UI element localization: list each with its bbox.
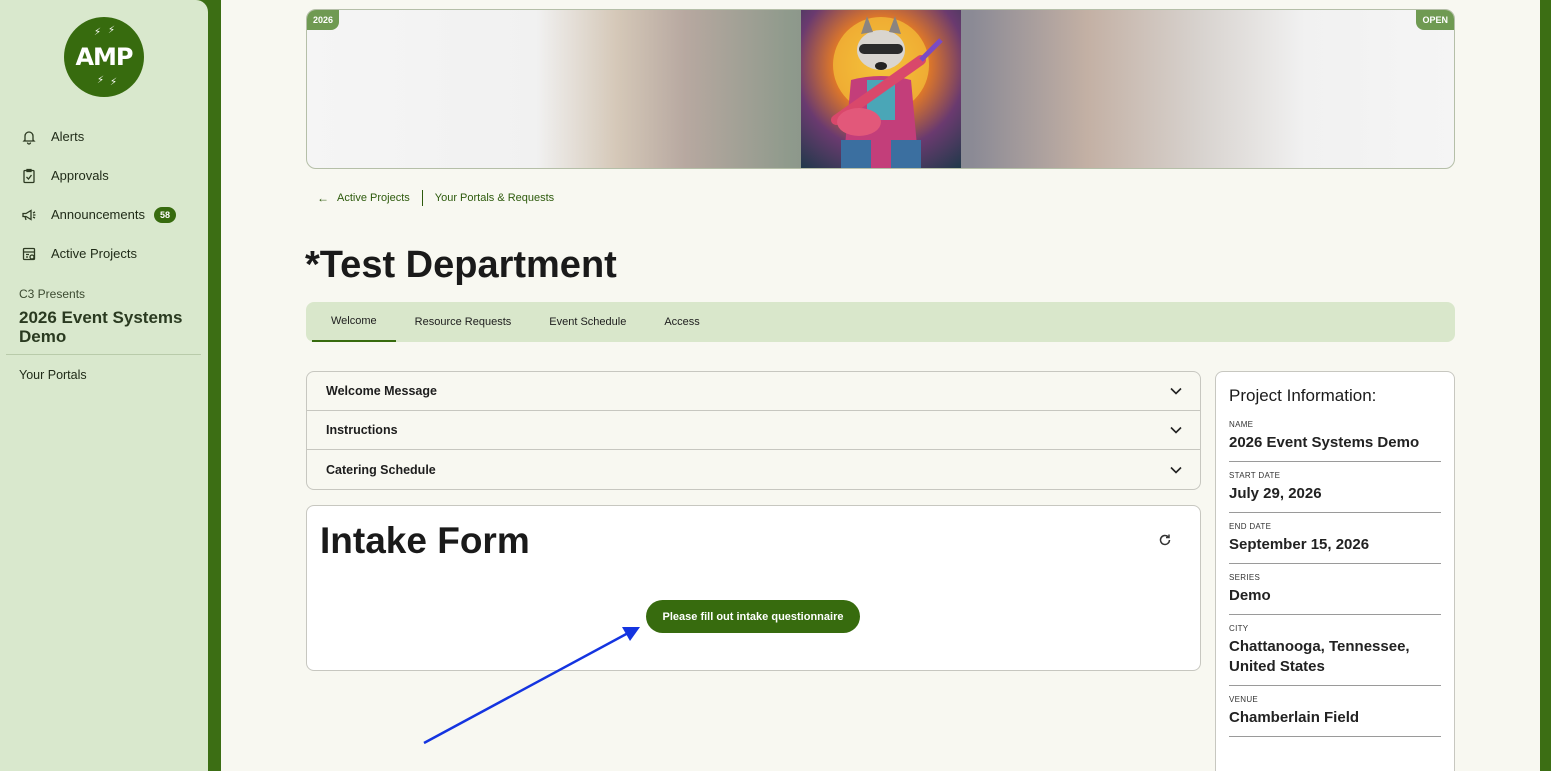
megaphone-icon (20, 206, 38, 224)
accordion: Welcome Message Instructions Catering Sc… (306, 371, 1201, 490)
sidebar-item-label: Approvals (51, 168, 109, 183)
sidebar-item-approvals[interactable]: Approvals (0, 156, 208, 195)
intake-form-title: Intake Form (320, 520, 530, 561)
project-info-title: Project Information: (1229, 386, 1377, 405)
project-list-icon (20, 245, 38, 263)
info-label: CITY (1229, 624, 1249, 633)
info-field-series: SERIES Demo (1229, 573, 1441, 615)
page-title: *Test Department (305, 244, 617, 286)
info-value: July 29, 2026 (1229, 485, 1322, 502)
sidebar-project-name: 2026 Event Systems Demo (19, 308, 183, 346)
sidebar: ⚡ ⚡ ⚡ ⚡ AMP Alerts Approvals Announcemen… (0, 0, 208, 771)
accordion-label: Welcome Message (326, 384, 437, 398)
info-label: START DATE (1229, 471, 1281, 480)
info-field-end-date: END DATE September 15, 2026 (1229, 522, 1441, 564)
info-value: 2026 Event Systems Demo (1229, 434, 1420, 451)
bell-icon (20, 128, 38, 146)
accordion-catering-schedule[interactable]: Catering Schedule (307, 450, 1200, 489)
sidebar-item-announcements[interactable]: Announcements 58 (0, 195, 208, 234)
info-field-city: CITY Chattanooga, Tennessee, United Stat… (1229, 624, 1441, 686)
info-label: VENUE (1229, 695, 1259, 704)
accordion-welcome-message[interactable]: Welcome Message (307, 372, 1200, 411)
info-label: END DATE (1229, 522, 1272, 531)
sidebar-item-label: Active Projects (51, 246, 137, 261)
refresh-icon[interactable] (1158, 533, 1172, 552)
sidebar-item-label: Announcements (51, 207, 145, 222)
clipboard-check-icon (20, 167, 38, 185)
sidebar-item-alerts[interactable]: Alerts (0, 117, 208, 156)
year-tag: 2026 (307, 10, 340, 30)
arrow-left-icon[interactable]: ← (317, 191, 329, 205)
info-value: Chattanooga, Tennessee, United States (1229, 638, 1410, 675)
project-banner: 2026 OPEN (306, 9, 1455, 169)
info-value: Demo (1229, 587, 1271, 604)
intake-questionnaire-button[interactable]: Please fill out intake questionnaire (646, 600, 860, 633)
intake-form-card: Intake Form Please fill out intake quest… (306, 505, 1201, 671)
sidebar-item-your-portals[interactable]: Your Portals (19, 368, 87, 382)
accordion-instructions[interactable]: Instructions (307, 411, 1200, 450)
chevron-down-icon (1170, 384, 1182, 398)
sidebar-divider (6, 354, 201, 355)
presenter-label: C3 Presents (19, 287, 86, 301)
spark-icon: ⚡ (108, 25, 115, 36)
info-field-venue: VENUE Chamberlain Field (1229, 695, 1441, 737)
chevron-down-icon (1170, 423, 1182, 437)
info-label: NAME (1229, 420, 1254, 429)
tab-resource-requests[interactable]: Resource Requests (396, 302, 531, 342)
breadcrumb-divider (421, 190, 423, 206)
chevron-down-icon (1170, 463, 1182, 477)
info-field-start-date: START DATE July 29, 2026 (1229, 471, 1441, 513)
status-badge: OPEN (1416, 10, 1454, 30)
info-label: SERIES (1229, 573, 1261, 582)
tab-access[interactable]: Access (645, 302, 718, 342)
tab-bar: Welcome Resource Requests Event Schedule… (306, 302, 1455, 342)
tab-event-schedule[interactable]: Event Schedule (530, 302, 645, 342)
breadcrumb-your-portals[interactable]: Your Portals & Requests (435, 192, 554, 204)
main-content: 2026 OPEN ← Active Projects Your Portals… (221, 0, 1540, 771)
project-information-panel: Project Information: NAME 2026 Event Sys… (1215, 371, 1455, 771)
amp-logo[interactable]: ⚡ ⚡ ⚡ ⚡ AMP (64, 17, 144, 97)
info-field-name: NAME 2026 Event Systems Demo (1229, 420, 1441, 462)
spark-icon: ⚡ (110, 77, 117, 88)
breadcrumb-active-projects[interactable]: Active Projects (337, 192, 410, 204)
accordion-label: Catering Schedule (326, 462, 436, 477)
accordion-label: Instructions (326, 423, 398, 437)
info-value: September 15, 2026 (1229, 536, 1370, 553)
info-value: Chamberlain Field (1229, 709, 1360, 726)
sidebar-nav: Alerts Approvals Announcements 58 Active… (0, 117, 208, 273)
logo-text: AMP (75, 43, 133, 71)
tab-welcome[interactable]: Welcome (312, 302, 396, 342)
spark-icon: ⚡ (97, 75, 104, 86)
breadcrumb: ← Active Projects Your Portals & Request… (317, 190, 554, 206)
sidebar-item-active-projects[interactable]: Active Projects (0, 234, 208, 273)
spark-icon: ⚡ (94, 27, 101, 38)
banner-image (801, 10, 961, 168)
announcements-count-badge: 58 (153, 206, 176, 223)
sidebar-item-label: Alerts (51, 129, 85, 144)
